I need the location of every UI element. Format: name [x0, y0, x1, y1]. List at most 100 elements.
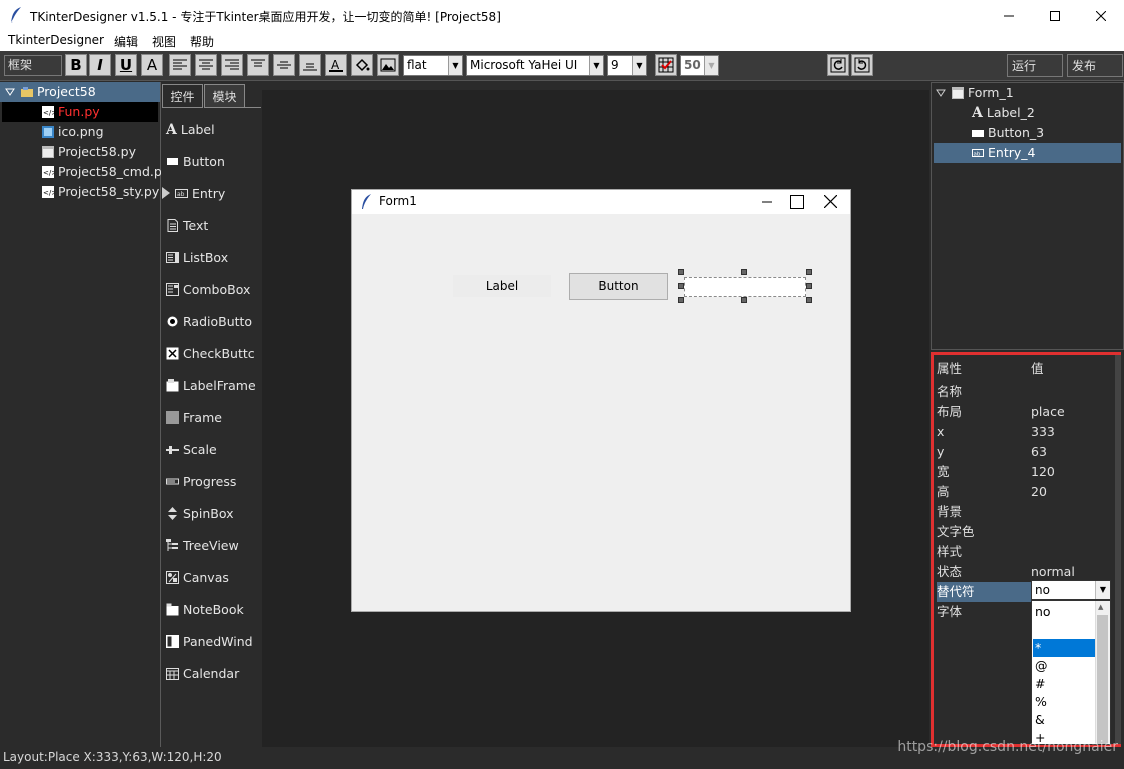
resize-handle[interactable] [678, 283, 684, 289]
menu-tkinterdesigner[interactable]: TkinterDesigner [8, 33, 104, 47]
align-middle-icon [277, 61, 291, 69]
palette-item-checkbutton[interactable]: CheckButtc [166, 344, 255, 364]
undo-button[interactable] [827, 54, 849, 76]
underline-button[interactable]: U [115, 54, 137, 76]
palette-item-radiobutton[interactable]: RadioButto [166, 312, 252, 332]
palette-item-listbox[interactable]: ListBox [166, 248, 228, 268]
palette-item-panedwindow[interactable]: PanedWind [166, 632, 253, 652]
text-color-button[interactable]: A [325, 54, 347, 76]
menu-edit[interactable]: 编辑 [114, 33, 138, 50]
image-button[interactable] [377, 54, 399, 76]
align-middle-button[interactable] [273, 54, 295, 76]
palette-item-scale[interactable]: Scale [166, 440, 217, 460]
bold-button[interactable]: B [65, 54, 87, 76]
palette-item-combobox[interactable]: ComboBox [166, 280, 250, 300]
property-row[interactable]: 高 20 [937, 482, 1102, 502]
design-form[interactable]: Form1 Label Button [351, 189, 851, 612]
property-row[interactable]: x 333 [937, 422, 1102, 442]
widget-tree-root[interactable]: Form_1 [936, 83, 1014, 103]
dropdown-option[interactable]: no [1033, 603, 1097, 621]
property-row[interactable]: y 63 [937, 442, 1102, 462]
property-row[interactable]: 宽 120 [937, 462, 1102, 482]
property-row[interactable]: 布局 place [937, 402, 1102, 422]
palette-item-text[interactable]: Text [166, 216, 208, 236]
maximize-button[interactable] [1032, 0, 1078, 31]
font-size-combo[interactable]: 9 ▼ [607, 55, 647, 76]
palette-item-entry[interactable]: ab Entry [161, 184, 225, 204]
palette-item-text: TreeView [183, 538, 239, 553]
grid-button[interactable] [655, 54, 677, 76]
dropdown-option[interactable]: # [1033, 675, 1097, 693]
align-left-button[interactable] [169, 54, 191, 76]
widget-tree-item-entry[interactable]: ab Entry_4 [934, 143, 1121, 163]
dropdown-option[interactable]: @ [1033, 657, 1097, 675]
file-item-main[interactable]: Project58.py [2, 142, 136, 162]
mask-char-combo[interactable]: no ▼ [1031, 580, 1111, 600]
tab-modules[interactable]: 模块 [204, 84, 245, 108]
fill-color-button[interactable] [351, 54, 373, 76]
close-button[interactable] [1078, 0, 1124, 31]
property-row[interactable]: 状态 normal [937, 562, 1102, 582]
resize-handle[interactable] [678, 269, 684, 275]
align-center-button[interactable] [195, 54, 217, 76]
resize-handle[interactable] [678, 297, 684, 303]
property-row[interactable]: 文字色 [937, 522, 1102, 542]
tab-label: 控件 [170, 90, 195, 104]
widget-tree-item-label[interactable]: A Label_2 [972, 103, 1035, 123]
dropdown-option[interactable]: % [1033, 693, 1097, 711]
scrollbar-thumb[interactable] [1097, 615, 1108, 744]
palette-item-treeview[interactable]: TreeView [166, 536, 239, 556]
property-row[interactable]: 名称 [937, 382, 1102, 402]
italic-button[interactable]: I [89, 54, 111, 76]
maximize-icon[interactable] [790, 195, 804, 209]
project-root[interactable]: Project58 [0, 82, 160, 102]
palette-item-label[interactable]: A Label [166, 120, 215, 140]
scroll-up-icon[interactable]: ▲ [1098, 603, 1103, 611]
palette-item-progress[interactable]: Progress [166, 472, 236, 492]
frame-combo[interactable]: 框架 [4, 55, 62, 76]
relief-combo[interactable]: flat ▼ [403, 55, 463, 76]
palette-item-labelframe[interactable]: LabelFrame [166, 376, 256, 396]
menu-help[interactable]: 帮助 [190, 33, 214, 50]
form-label-widget[interactable]: Label [453, 275, 551, 297]
dropdown-scrollbar[interactable]: ▲ [1095, 601, 1110, 744]
resize-handle[interactable] [741, 297, 747, 303]
resize-handle[interactable] [806, 283, 812, 289]
palette-item-button[interactable]: Button [166, 152, 225, 172]
redo-button[interactable] [851, 54, 873, 76]
palette-item-frame[interactable]: Frame [166, 408, 222, 428]
file-item-cmd[interactable]: </> Project58_cmd.py [2, 162, 169, 182]
dropdown-option[interactable]: & [1033, 711, 1097, 729]
dropdown-option[interactable] [1033, 621, 1097, 639]
minimize-button[interactable] [986, 0, 1032, 31]
palette-item-notebook[interactable]: NoteBook [166, 600, 244, 620]
resize-handle[interactable] [806, 297, 812, 303]
properties-scrollbar[interactable] [1115, 355, 1121, 744]
form-button-widget[interactable]: Button [569, 273, 668, 300]
font-family-combo[interactable]: Microsoft YaHei UI ▼ [466, 55, 604, 76]
palette-item-spinbox[interactable]: SpinBox [166, 504, 234, 524]
menu-view[interactable]: 视图 [152, 33, 176, 50]
file-item-ico[interactable]: ico.png [2, 122, 104, 142]
font-button[interactable]: A [141, 54, 163, 76]
palette-item-calendar[interactable]: Calendar [166, 664, 239, 684]
publish-button[interactable]: 发布 [1067, 54, 1123, 77]
resize-handle[interactable] [806, 269, 812, 275]
zoom-combo[interactable]: 50 ▼ [680, 55, 719, 76]
dropdown-option-selected[interactable]: * [1033, 639, 1095, 657]
file-item-fun[interactable]: </> Fun.py [2, 102, 158, 122]
minimize-icon[interactable] [762, 197, 772, 207]
close-icon[interactable] [824, 195, 837, 208]
align-top-button[interactable] [247, 54, 269, 76]
align-right-button[interactable] [221, 54, 243, 76]
palette-item-canvas[interactable]: Canvas [166, 568, 229, 588]
align-bottom-button[interactable] [299, 54, 321, 76]
resize-handle[interactable] [741, 269, 747, 275]
tab-controls[interactable]: 控件 [162, 84, 203, 108]
run-button[interactable]: 运行 [1007, 54, 1063, 77]
property-row[interactable]: 样式 [937, 542, 1102, 562]
widget-tree-item-button[interactable]: Button_3 [972, 123, 1044, 143]
form-entry-widget[interactable] [684, 277, 806, 297]
file-item-sty[interactable]: </> Project58_sty.py [2, 182, 159, 202]
property-row[interactable]: 背景 [937, 502, 1102, 522]
